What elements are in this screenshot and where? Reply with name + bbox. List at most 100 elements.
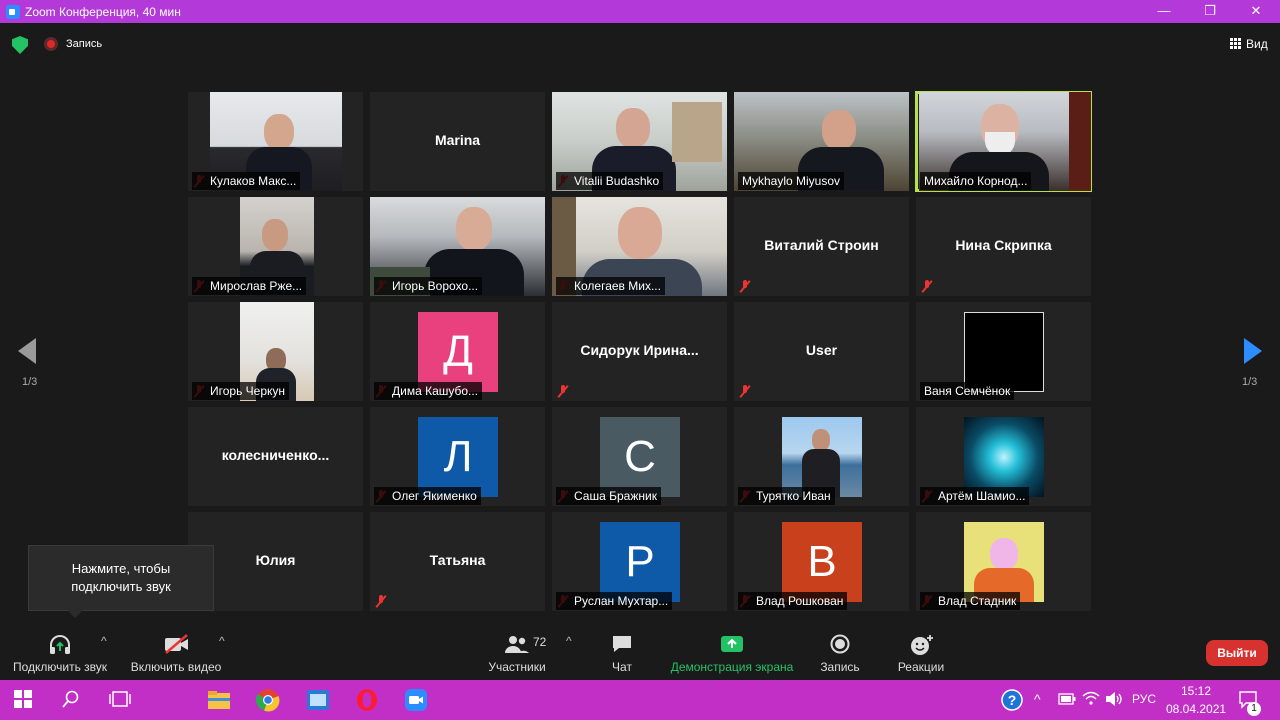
zoom-taskbar-icon[interactable] bbox=[404, 688, 428, 712]
participant-tile[interactable]: Сидорук Ирина... bbox=[552, 302, 727, 401]
join-audio-button[interactable]: Подключить звук bbox=[8, 622, 112, 680]
chat-icon bbox=[613, 636, 631, 652]
participant-tile[interactable]: Татьяна bbox=[370, 512, 545, 611]
join-audio-label: Подключить звук bbox=[12, 660, 108, 674]
next-page-arrow-icon[interactable] bbox=[1244, 338, 1262, 364]
clock-time[interactable]: 15:12 bbox=[1181, 684, 1211, 698]
gallery-grid: Кулаков Макс... Marina Vitalii Budashko … bbox=[188, 91, 1094, 612]
participant-name: Турятко Иван bbox=[738, 487, 835, 505]
participant-name: Vitalii Budashko bbox=[556, 172, 664, 190]
language-indicator[interactable]: РУС bbox=[1132, 692, 1156, 706]
reactions-button[interactable]: Реакции bbox=[890, 622, 952, 680]
participant-tile-active-speaker[interactable]: Михайло Корнод... bbox=[915, 91, 1092, 192]
show-hidden-icons-chevron-icon[interactable]: ^ bbox=[1034, 691, 1041, 707]
participant-name: Олег Якименко bbox=[374, 487, 481, 505]
participant-name: Mykhaylo Miyusov bbox=[738, 172, 845, 190]
participant-tile[interactable]: В Влад Рошкован bbox=[734, 512, 909, 611]
svg-text:?: ? bbox=[1008, 692, 1017, 708]
video-options-caret-icon[interactable]: ^ bbox=[219, 634, 225, 648]
participant-tile[interactable]: Игорь Черкун bbox=[188, 302, 363, 401]
participant-tile[interactable]: Виталий Строин bbox=[734, 197, 909, 296]
participant-tile[interactable]: Игорь Ворохо... bbox=[370, 197, 545, 296]
participant-tile[interactable]: Mykhaylo Miyusov bbox=[734, 92, 909, 191]
record-label: Запись bbox=[820, 660, 860, 674]
participants-button[interactable]: 72 Участники bbox=[480, 622, 554, 680]
view-button[interactable]: Вид bbox=[1246, 37, 1268, 51]
battery-icon[interactable] bbox=[1058, 693, 1076, 705]
participant-name-center: Сидорук Ирина... bbox=[580, 342, 699, 358]
close-button[interactable]: ✕ bbox=[1233, 0, 1279, 23]
wifi-icon[interactable] bbox=[1082, 691, 1100, 707]
share-screen-button[interactable]: Демонстрация экрана bbox=[664, 622, 800, 680]
minimize-button[interactable]: — bbox=[1141, 0, 1187, 23]
task-view-icon[interactable] bbox=[109, 690, 131, 708]
participant-name: Мирослав Рже... bbox=[192, 277, 307, 295]
participants-options-caret-icon[interactable]: ^ bbox=[566, 634, 572, 648]
participant-tile[interactable]: Marina bbox=[370, 92, 545, 191]
participant-tile[interactable]: колесниченко... bbox=[188, 407, 363, 506]
participant-name: Саша Бражник bbox=[556, 487, 661, 505]
windows-start-icon[interactable] bbox=[14, 690, 32, 708]
participants-count: 72 bbox=[533, 635, 547, 649]
record-icon bbox=[830, 634, 850, 654]
participant-tile[interactable]: С Саша Бражник bbox=[552, 407, 727, 506]
headphones-icon bbox=[50, 635, 70, 654]
participant-tile[interactable]: Юлия bbox=[188, 512, 363, 611]
previous-page-arrow-icon[interactable] bbox=[18, 338, 36, 364]
zoom-app-icon bbox=[6, 5, 20, 19]
reactions-emoji-icon bbox=[911, 635, 933, 655]
participant-tile[interactable]: Л Олег Якименко bbox=[370, 407, 545, 506]
participant-name: Кулаков Макс... bbox=[192, 172, 301, 190]
window-title-bar: Zoom Конференция, 40 мин — ❐ ✕ bbox=[0, 0, 1280, 23]
participant-tile[interactable]: Нина Скрипка bbox=[916, 197, 1091, 296]
participant-tile[interactable]: Vitalii Budashko bbox=[552, 92, 727, 191]
app-icon[interactable] bbox=[306, 688, 330, 712]
start-video-button[interactable]: Включить видео bbox=[126, 622, 226, 680]
participant-name: Влад Стадник bbox=[920, 592, 1021, 610]
participant-tile[interactable]: Турятко Иван bbox=[734, 407, 909, 506]
clock-date[interactable]: 08.04.2021 bbox=[1166, 702, 1226, 716]
participant-name: Дима Кашубо... bbox=[374, 382, 483, 400]
page-indicator-right: 1/3 bbox=[1242, 376, 1258, 388]
record-button[interactable]: Запись bbox=[812, 622, 868, 680]
participant-tile[interactable]: Кулаков Макс... bbox=[188, 92, 363, 191]
participant-tile[interactable]: Д Дима Кашубо... bbox=[370, 302, 545, 401]
chrome-icon[interactable] bbox=[256, 688, 280, 712]
maximize-button[interactable]: ❐ bbox=[1187, 0, 1233, 23]
share-screen-label: Демонстрация экрана bbox=[670, 660, 794, 674]
participant-tile[interactable]: User bbox=[734, 302, 909, 401]
participant-avatar: Д bbox=[418, 312, 498, 392]
participant-tile[interactable]: Колегаев Мих... bbox=[552, 197, 727, 296]
participant-tile[interactable]: Мирослав Рже... bbox=[188, 197, 363, 296]
muted-mic-icon bbox=[739, 280, 751, 292]
participant-avatar: В bbox=[782, 522, 862, 602]
grid-view-icon[interactable] bbox=[1230, 38, 1241, 49]
participant-avatar: С bbox=[600, 417, 680, 497]
meeting-toolbar: Подключить звук ^ Включить видео ^ 72 Уч… bbox=[0, 622, 1280, 680]
participants-icon bbox=[505, 636, 529, 653]
participant-video bbox=[782, 417, 862, 497]
window-title: Zoom Конференция, 40 мин bbox=[25, 5, 181, 19]
video-off-icon bbox=[165, 634, 188, 654]
participant-tile[interactable]: Р Руслан Мухтар... bbox=[552, 512, 727, 611]
participant-tile[interactable]: Ваня Семчёнок bbox=[916, 302, 1091, 401]
participant-name-center: Виталий Строин bbox=[764, 237, 879, 253]
participant-name: Игорь Ворохо... bbox=[374, 277, 483, 295]
participant-name-center: Нина Скрипка bbox=[955, 237, 1052, 253]
audio-options-caret-icon[interactable]: ^ bbox=[101, 634, 107, 648]
leave-meeting-button[interactable]: Выйти bbox=[1206, 640, 1268, 666]
security-shield-icon[interactable] bbox=[12, 36, 28, 54]
start-video-label: Включить видео bbox=[130, 660, 222, 674]
participant-name: Руслан Мухтар... bbox=[556, 592, 673, 610]
participant-avatar: Р bbox=[600, 522, 680, 602]
muted-mic-icon bbox=[739, 385, 751, 397]
participant-tile[interactable]: Артём Шамио... bbox=[916, 407, 1091, 506]
file-explorer-icon[interactable] bbox=[207, 688, 231, 712]
participant-name-center: User bbox=[805, 342, 838, 358]
search-icon[interactable] bbox=[62, 690, 80, 708]
opera-icon[interactable] bbox=[355, 688, 379, 712]
help-icon[interactable]: ? bbox=[1001, 689, 1023, 711]
chat-button[interactable]: Чат bbox=[596, 622, 648, 680]
volume-icon[interactable] bbox=[1105, 691, 1123, 707]
participant-tile[interactable]: Влад Стадник bbox=[916, 512, 1091, 611]
